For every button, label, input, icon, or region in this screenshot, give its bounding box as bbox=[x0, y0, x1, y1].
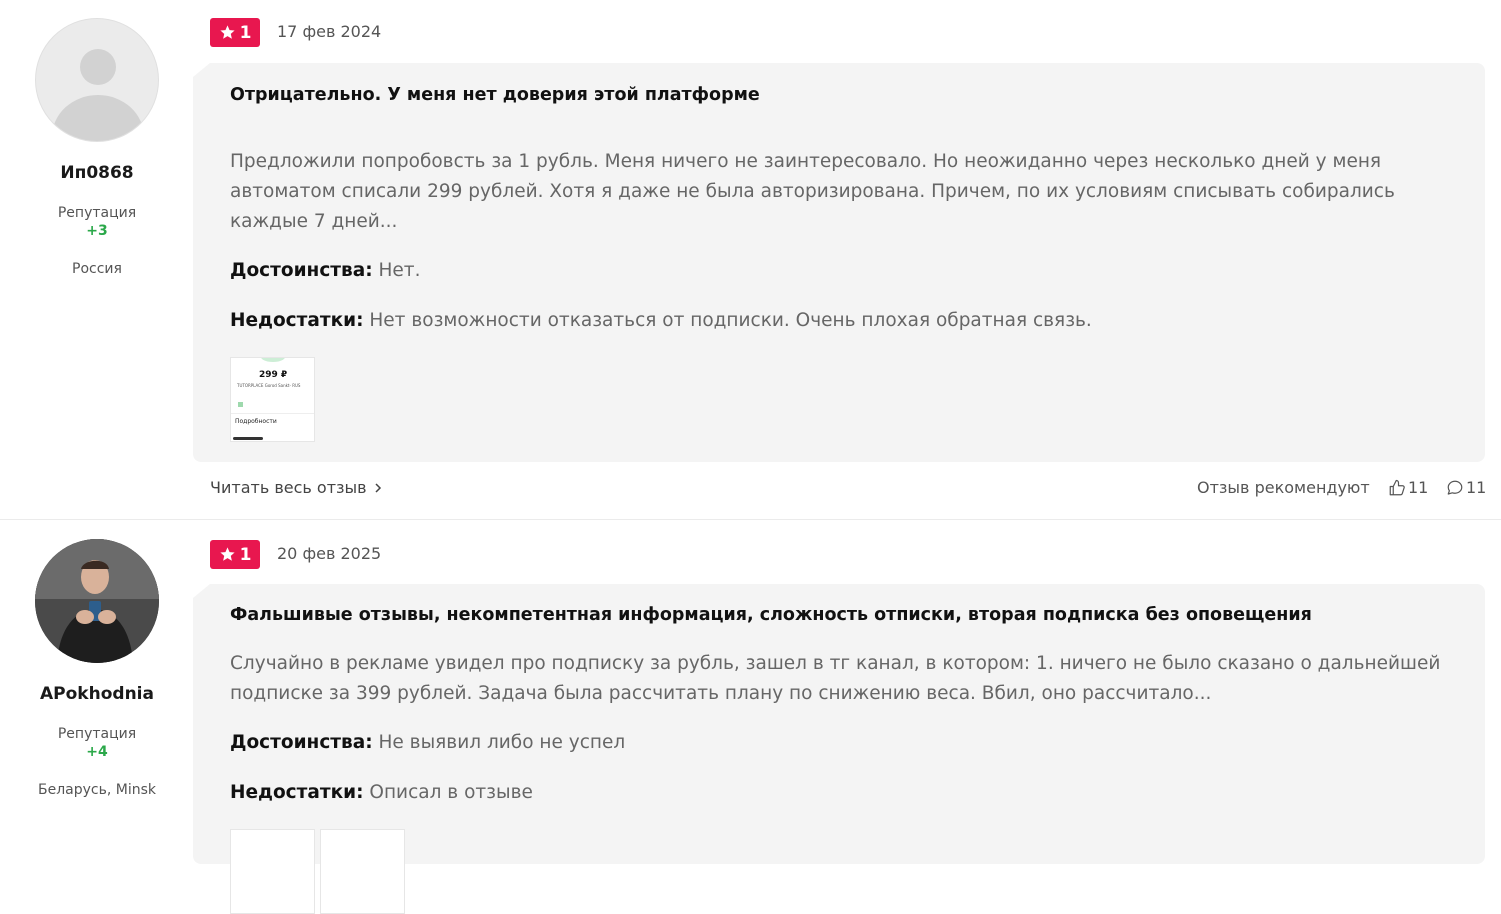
reputation-value: +3 bbox=[86, 223, 108, 239]
rating-badge: 1 bbox=[210, 540, 260, 569]
reputation-value: +4 bbox=[86, 744, 108, 760]
review-body: Случайно в рекламе увидел про подписку з… bbox=[230, 653, 1441, 704]
cons-text: Нет возможности отказаться от подписки. … bbox=[369, 310, 1092, 331]
avatar[interactable] bbox=[35, 539, 159, 663]
chevron-right-icon bbox=[375, 482, 381, 493]
pros-label: Достоинства: bbox=[230, 732, 373, 753]
author-location: Беларусь, Minsk bbox=[37, 782, 156, 798]
review-item: Ип0868 Репутация +3 Россия 1 17 фев 2024… bbox=[0, 0, 1501, 520]
thumbs-up-icon bbox=[1389, 479, 1405, 495]
pros-label: Достоинства: bbox=[230, 260, 373, 281]
review-pros: Достоинства: Не выявил либо не успел bbox=[230, 732, 625, 753]
recommend-label: Отзыв рекомендуют bbox=[1197, 478, 1370, 497]
cons-label: Недостатки: bbox=[230, 310, 364, 331]
thumbnail-details: Подробности bbox=[235, 418, 277, 425]
review-title[interactable]: Фальшивые отзывы, некомпетентная информа… bbox=[230, 605, 1312, 625]
review-item: APokhodnia Репутация +4 Беларусь, Minsk … bbox=[0, 519, 1501, 914]
cons-label: Недостатки: bbox=[230, 782, 364, 803]
reputation-label: Репутация bbox=[57, 205, 137, 221]
rating-value: 1 bbox=[239, 544, 252, 565]
pros-text: Нет. bbox=[378, 260, 421, 281]
user-photo bbox=[35, 539, 159, 663]
review-pros: Достоинства: Нет. bbox=[230, 260, 420, 281]
review-cons: Недостатки: Описал в отзыве bbox=[230, 782, 533, 803]
comments-count: 11 bbox=[1466, 478, 1487, 497]
review-card: Фальшивые отзывы, некомпетентная информа… bbox=[193, 584, 1485, 914]
review-date: 20 фев 2025 bbox=[277, 544, 382, 563]
likes-count: 11 bbox=[1408, 478, 1429, 497]
cons-text: Описал в отзыве bbox=[369, 782, 533, 803]
star-icon bbox=[219, 25, 235, 39]
review-cons: Недостатки: Нет возможности отказаться о… bbox=[230, 310, 1092, 331]
comment-icon bbox=[1447, 480, 1463, 495]
read-more-label: Читать весь отзыв bbox=[210, 478, 367, 497]
thumbnail-amount: 299 ₽ bbox=[259, 370, 288, 380]
review-photo-thumbnail[interactable] bbox=[230, 829, 315, 914]
reputation-label: Репутация bbox=[57, 726, 137, 742]
review-body: Предложили попробовсть за 1 рубль. Меня … bbox=[230, 151, 1395, 232]
pros-text: Не выявил либо не успел bbox=[378, 732, 626, 753]
review-date: 17 фев 2024 bbox=[277, 22, 382, 41]
avatar[interactable] bbox=[35, 18, 159, 142]
review-card: Отрицательно. У меня нет доверия этой пл… bbox=[193, 63, 1485, 462]
default-user-icon bbox=[52, 49, 144, 141]
author-name[interactable]: APokhodnia bbox=[0, 684, 194, 704]
author-location: Россия bbox=[72, 261, 122, 277]
author-name[interactable]: Ип0868 bbox=[0, 163, 194, 183]
comments-button[interactable]: 11 bbox=[1446, 478, 1486, 497]
review-photo-thumbnail[interactable]: 299 ₽ TUTORPLACE Gorod Sankt- RUS Подроб… bbox=[230, 357, 315, 442]
thumbnail-merchant: TUTORPLACE Gorod Sankt- RUS bbox=[237, 383, 301, 388]
star-icon bbox=[219, 547, 235, 561]
review-photo-thumbnail[interactable] bbox=[320, 829, 405, 914]
rating-badge: 1 bbox=[210, 18, 260, 47]
review-title[interactable]: Отрицательно. У меня нет доверия этой пл… bbox=[230, 85, 760, 105]
read-full-review-link[interactable]: Читать весь отзыв bbox=[210, 478, 383, 497]
rating-value: 1 bbox=[239, 22, 252, 43]
like-button[interactable]: 11 bbox=[1388, 478, 1428, 497]
